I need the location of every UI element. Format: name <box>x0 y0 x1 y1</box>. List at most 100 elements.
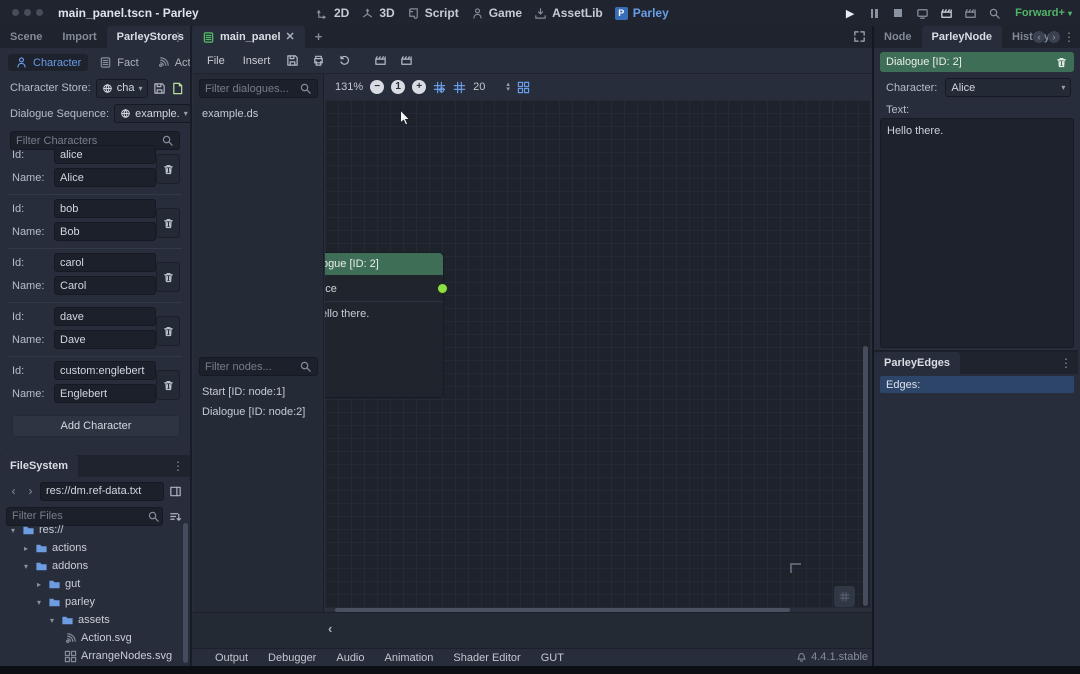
close-tab-icon[interactable]: ✕ <box>286 26 295 48</box>
tab-parleynode[interactable]: ParleyNode <box>922 26 1003 48</box>
dialogue-graph-node[interactable]: Dialogue [ID: 2] Alice Hello there. <box>325 253 443 397</box>
tree-item-addons[interactable]: ▾addons <box>4 557 190 575</box>
tab-node[interactable]: Node <box>874 26 922 48</box>
graph-vscrollbar[interactable] <box>863 100 868 608</box>
delete-character-button[interactable] <box>156 316 180 346</box>
dialogue-text-area[interactable]: Hello there. <box>880 118 1074 348</box>
character-select[interactable]: Alice▾ <box>945 78 1071 97</box>
collapse-side-panel-icon[interactable]: ‹ <box>328 621 332 636</box>
node-list-item[interactable]: Start [ID: node:1] <box>194 382 323 402</box>
graph-node-header[interactable]: Dialogue [ID: 2] <box>325 253 443 275</box>
save-dialogue-icon[interactable] <box>281 51 303 71</box>
dialogue-sequence-select[interactable]: example.▾ <box>114 104 194 123</box>
run-movie-icon[interactable] <box>935 4 957 22</box>
stop-button[interactable] <box>887 4 909 22</box>
dialogue-list-item[interactable]: example.ds <box>194 104 323 124</box>
delete-character-button[interactable] <box>156 154 180 184</box>
tree-item-parley[interactable]: ▾parley <box>4 593 190 611</box>
tab-game[interactable]: Game <box>465 0 528 26</box>
tab-animation[interactable]: Animation <box>376 652 443 664</box>
test-dialogue-icon[interactable] <box>369 51 391 71</box>
grid-size-value[interactable]: 20 <box>473 81 485 93</box>
pause-button[interactable] <box>863 4 885 22</box>
tab-parleyedges[interactable]: ParleyEdges <box>874 352 960 374</box>
character-id-field[interactable] <box>54 199 156 218</box>
tab-scene[interactable]: Scene <box>0 26 52 48</box>
tab-output[interactable]: Output <box>206 652 257 664</box>
dock-menu-icon[interactable]: ⋮ <box>172 459 184 473</box>
character-name-field[interactable] <box>54 330 156 349</box>
node-list-item[interactable]: Dialogue [ID: node:2] <box>194 402 323 422</box>
tab-audio[interactable]: Audio <box>327 652 373 664</box>
grid-icon[interactable] <box>453 81 466 94</box>
delete-character-button[interactable] <box>156 208 180 238</box>
zoom-in-button[interactable]: + <box>412 80 426 94</box>
character-id-field[interactable] <box>54 253 156 272</box>
character-name-field[interactable] <box>54 168 156 187</box>
renderer-select[interactable]: Forward+ ▾ <box>1015 7 1072 19</box>
tab-debugger[interactable]: Debugger <box>259 652 325 664</box>
character-name-field[interactable] <box>54 222 156 241</box>
character-name-field[interactable] <box>54 276 156 295</box>
output-port[interactable] <box>438 284 447 293</box>
notification-bell-icon[interactable] <box>796 652 807 663</box>
minimap-toggle-button[interactable] <box>834 586 855 607</box>
new-store-icon[interactable] <box>171 78 184 98</box>
tree-item-action-svg[interactable]: Action.svg <box>4 629 190 647</box>
expand-panel-icon[interactable] <box>853 30 866 43</box>
graph-canvas[interactable]: Dialogue [ID: 2] Alice Hello there. <box>325 100 870 612</box>
tab-2d[interactable]: 2D <box>310 0 355 26</box>
run-instances-icon[interactable] <box>983 4 1005 22</box>
tree-item-res[interactable]: ▾res:// <box>4 521 188 539</box>
tab-script[interactable]: Script <box>401 0 465 26</box>
history-forward-icon[interactable]: › <box>23 483 38 500</box>
tab-main-panel[interactable]: main_panel ✕ <box>192 26 305 48</box>
add-character-button[interactable]: Add Character <box>12 415 180 437</box>
tab-3d[interactable]: 3D <box>355 0 400 26</box>
character-store-select[interactable]: cha▾ <box>96 79 148 98</box>
grid-size-spinner[interactable]: ▴▾ <box>506 82 510 92</box>
character-id-field[interactable] <box>54 361 156 380</box>
refresh-dialogue-icon[interactable] <box>333 51 355 71</box>
zoom-out-button[interactable]: − <box>370 80 384 94</box>
history-back-icon[interactable]: ‹ <box>6 483 21 500</box>
tab-gut[interactable]: GUT <box>532 652 573 664</box>
character-id-field[interactable] <box>54 307 156 326</box>
menu-file[interactable]: File <box>200 55 232 67</box>
tab-shader-editor[interactable]: Shader Editor <box>444 652 529 664</box>
tab-import[interactable]: Import <box>52 26 106 48</box>
dock-menu-icon[interactable]: ⋮ <box>172 30 184 44</box>
window-controls[interactable] <box>12 7 48 19</box>
snap-grid-icon[interactable] <box>433 81 446 94</box>
tab-assetlib[interactable]: AssetLib <box>528 0 609 26</box>
tree-item-arrangenodes-svg[interactable]: ArrangeNodes.svg <box>4 647 190 665</box>
split-dock-icon[interactable] <box>166 481 184 501</box>
arrange-nodes-icon[interactable] <box>517 81 530 94</box>
character-name-field[interactable] <box>54 384 156 403</box>
delete-character-button[interactable] <box>156 370 180 400</box>
tab-parley[interactable]: PParley <box>609 0 675 26</box>
character-id-field[interactable] <box>54 145 156 164</box>
save-store-icon[interactable] <box>153 78 166 98</box>
zoom-reset-button[interactable]: 1 <box>391 80 405 94</box>
remote-debug-icon[interactable] <box>911 4 933 22</box>
tree-item-assets[interactable]: ▾assets <box>4 611 190 629</box>
play-button[interactable]: ▶ <box>839 4 861 22</box>
dock-menu-icon[interactable]: ⋮ <box>1063 30 1075 44</box>
inspector-forward-icon[interactable]: › <box>1048 31 1060 43</box>
tree-item-gut[interactable]: ▸gut <box>4 575 190 593</box>
tab-filesystem[interactable]: FileSystem <box>0 455 78 477</box>
inspector-back-icon[interactable]: ‹ <box>1033 31 1045 43</box>
subtab-fact[interactable]: Fact <box>92 54 145 71</box>
delete-node-icon[interactable] <box>1055 56 1068 69</box>
edges-section-header[interactable]: Edges: <box>880 376 1074 393</box>
filesystem-scrollbar[interactable] <box>183 523 188 663</box>
new-tab-icon[interactable]: + <box>305 26 333 48</box>
dock-menu-icon[interactable]: ⋮ <box>1060 356 1072 370</box>
tree-item-actions[interactable]: ▸actions <box>4 539 190 557</box>
subtab-character[interactable]: Character <box>8 54 88 71</box>
movie-writer-icon[interactable] <box>959 4 981 22</box>
menu-insert[interactable]: Insert <box>236 55 278 67</box>
delete-character-button[interactable] <box>156 262 180 292</box>
export-dialogue-icon[interactable] <box>307 51 329 71</box>
